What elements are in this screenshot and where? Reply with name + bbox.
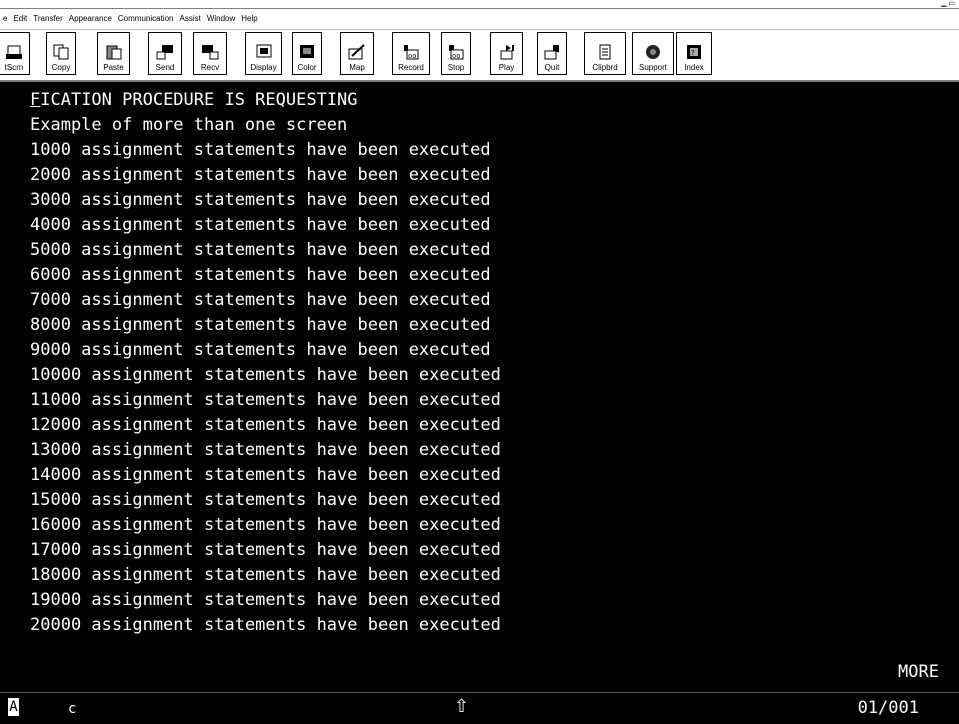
terminal-line: 20000 assignment statements have been ex… [30,615,501,635]
text-cursor: F [30,90,41,110]
receive-icon [201,43,219,61]
terminal-line: 3000 assignment statements have been exe… [30,190,491,210]
menu-assist[interactable]: Assist [176,9,203,29]
more-indicator: MORE [898,662,939,682]
index-button[interactable]: ? Index [676,32,712,75]
terminal-line: 10000 assignment statements have been ex… [30,365,501,385]
send-button[interactable]: Send [148,32,182,75]
send-icon [156,43,174,61]
quit-icon [543,43,561,61]
display-button[interactable]: Display [245,32,282,75]
copy-button[interactable]: Copy [46,32,76,75]
terminal-screen[interactable]: FICATION PROCEDURE IS REQUESTING Example … [0,82,959,690]
clipboard-button[interactable]: Clipbrd [584,32,626,75]
terminal-line: 16000 assignment statements have been ex… [30,515,501,535]
toolbar: tScrn Copy Paste Send Recv Display Color… [0,30,959,82]
terminal-line: 6000 assignment statements have been exe… [30,265,491,285]
support-button[interactable]: Support [632,32,674,75]
menu-appearance[interactable]: Appearance [66,9,115,29]
menu-help[interactable]: Help [238,9,260,29]
play-icon [498,43,516,61]
menu-communication[interactable]: Communication [115,9,177,29]
terminal-line: 19000 assignment statements have been ex… [30,590,501,610]
clipboard-icon [596,43,614,61]
paste-icon [105,43,123,61]
play-button[interactable]: Play [490,32,523,75]
receive-button[interactable]: Recv [193,32,227,75]
terminal-line: 12000 assignment statements have been ex… [30,415,501,435]
quit-button[interactable]: Quit [537,32,567,75]
menu-edit[interactable]: Edit [10,9,30,29]
map-button[interactable]: Map [340,32,374,75]
record-button[interactable]: oo Record [392,32,430,75]
terminal-line: 11000 assignment statements have been ex… [30,390,501,410]
display-icon [255,43,273,61]
terminal-line: 9000 assignment statements have been exe… [30,340,491,360]
mode-indicator: A [8,698,19,716]
terminal-output: FICATION PROCEDURE IS REQUESTING Example … [30,88,501,638]
window-controls[interactable]: ▁ ▭ [941,0,955,7]
print-screen-button[interactable]: tScrn [0,32,30,75]
cursor-position: 01/001 [857,698,919,718]
terminal-line: 17000 assignment statements have been ex… [30,540,501,560]
record-icon: oo [402,43,420,61]
print-screen-icon [5,43,23,61]
terminal-line: 14000 assignment statements have been ex… [30,465,501,485]
menu-bar: e Edit Transfer Appearance Communication Assi… [0,9,959,30]
color-button[interactable]: Color [292,32,322,75]
stop-button[interactable]: oo Stop [441,32,471,75]
terminal-line: 2000 assignment statements have been exe… [30,165,491,185]
svg-text:oo: oo [408,52,416,60]
terminal-line: 5000 assignment statements have been exe… [30,240,491,260]
color-icon [298,43,316,61]
menu-file[interactable]: e [0,9,10,29]
menu-transfer[interactable]: Transfer [30,9,66,29]
status-field: c [68,701,77,717]
terminal-line: 18000 assignment statements have been ex… [30,565,501,585]
terminal-line: 4000 assignment statements have been exe… [30,215,491,235]
terminal-line: 8000 assignment statements have been exe… [30,315,491,335]
terminal-line: Example of more than one screen [30,115,348,135]
terminal-line: FICATION PROCEDURE IS REQUESTING [30,90,358,110]
support-icon [644,43,662,61]
operator-info-area: A c ⇧ 01/001 [0,692,959,724]
shift-arrow-icon: ⇧ [454,696,470,717]
index-icon: ? [685,43,703,61]
svg-text:?: ? [691,49,695,57]
stop-icon: oo [447,43,465,61]
map-icon [348,43,366,61]
paste-button[interactable]: Paste [97,32,130,75]
copy-icon [52,43,70,61]
terminal-line: 15000 assignment statements have been ex… [30,490,501,510]
terminal-line: 7000 assignment statements have been exe… [30,290,491,310]
menu-window[interactable]: Window [204,9,238,29]
terminal-line: 1000 assignment statements have been exe… [30,140,491,160]
svg-text:oo: oo [452,52,460,60]
title-bar: ▁ ▭ [0,0,959,9]
terminal-line: 13000 assignment statements have been ex… [30,440,501,460]
